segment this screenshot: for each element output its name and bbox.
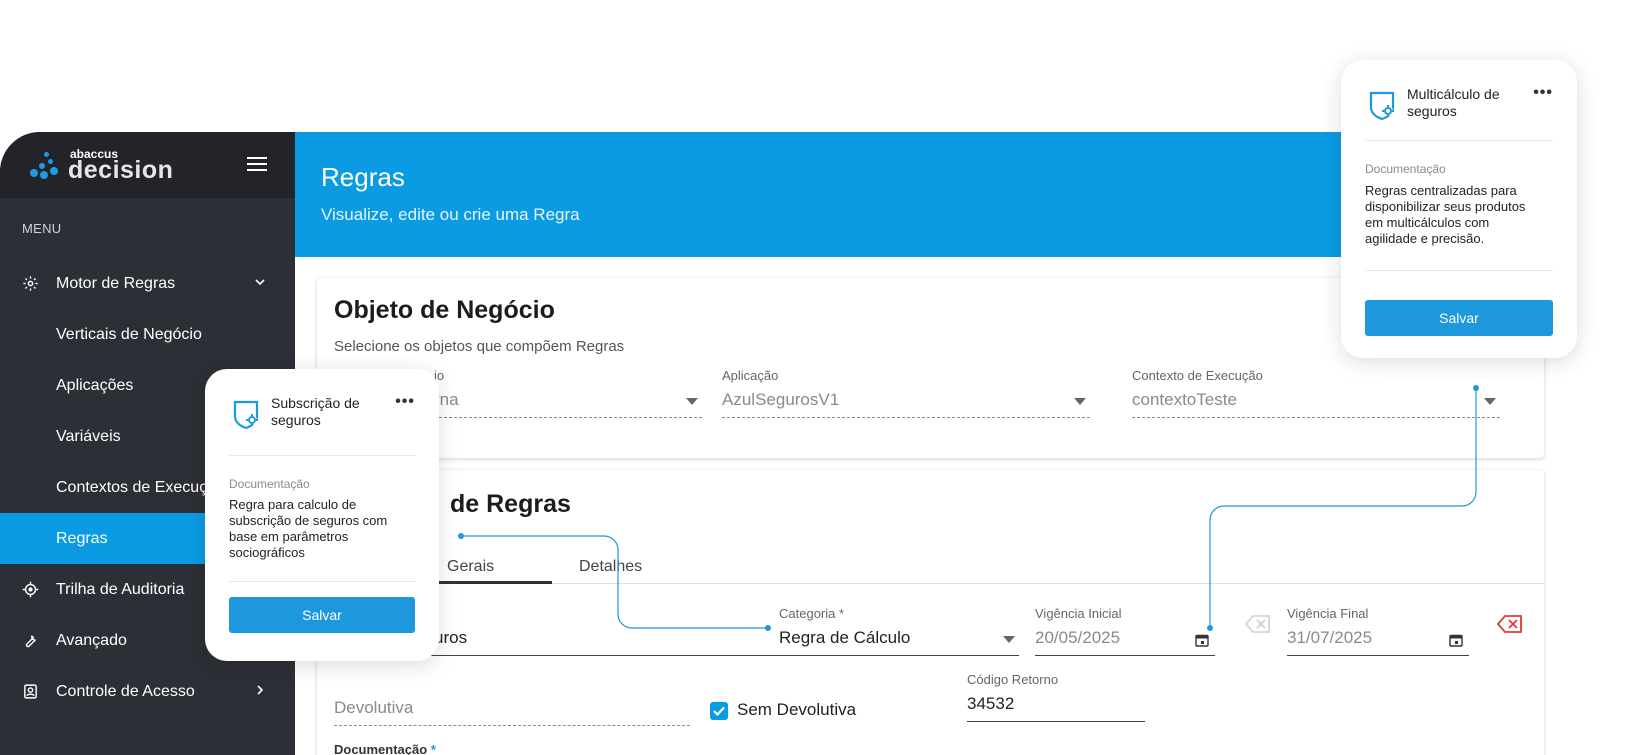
documentation-label: Documentação * <box>334 742 436 755</box>
sidebar-item-label: Regras <box>56 529 108 547</box>
rule-popup-subscricao: Subscrição de seguros ••• Documentação R… <box>205 369 439 661</box>
clear-end-date-icon[interactable] <box>1497 614 1523 634</box>
active-tab-indicator <box>424 581 552 584</box>
dropdown-caret-icon <box>1074 398 1086 405</box>
popup-title: Multicálculo de seguros <box>1407 86 1500 119</box>
field-value: AzulSegurosV1 <box>722 390 840 409</box>
sem-devolutiva-label: Sem Devolutiva <box>737 700 857 719</box>
dropdown-caret-icon <box>1003 636 1015 643</box>
save-button[interactable]: Salvar <box>1365 300 1553 336</box>
business-object-subtitle: Selecione os objetos que compõem Regras <box>334 338 625 355</box>
dropdown-caret-icon <box>686 398 698 405</box>
hamburger-menu-icon[interactable] <box>247 157 267 171</box>
rules-tabs: Gerais Detalhes <box>334 550 1544 584</box>
field-value: 20/05/2025 <box>1035 628 1121 647</box>
menu-label: MENU <box>22 220 62 236</box>
shield-gear-icon <box>1369 91 1395 121</box>
sidebar-item-motor-de-regras[interactable]: Motor de Regras <box>0 258 295 309</box>
category-select[interactable]: Categoria * Regra de Cálculo <box>779 606 1019 656</box>
checkmark-icon <box>713 706 725 717</box>
sidebar-item-label: Contextos de Execução <box>56 478 225 496</box>
sidebar-item-label: Trilha de Auditoria <box>56 580 185 598</box>
popup-title: Subscrição de seguros <box>271 395 360 428</box>
field-placeholder: Devolutiva <box>334 698 414 717</box>
codigo-retorno-input[interactable]: Código Retorno 34532 <box>967 672 1145 722</box>
abaccus-decision-logo[interactable]: abaccus decision <box>30 148 173 183</box>
rules-card: de Regras Gerais Detalhes uros Categoria… <box>317 470 1544 755</box>
rules-card-title: de Regras <box>450 490 571 518</box>
field-label: Código Retorno <box>967 672 1059 687</box>
tab-detalhes[interactable]: Detalhes <box>579 558 642 576</box>
execution-context-select[interactable]: Contexto de Execução contextoTeste <box>1132 368 1500 418</box>
more-options-icon[interactable]: ••• <box>1533 84 1553 102</box>
clear-start-date-icon[interactable] <box>1245 614 1271 634</box>
business-object-title: Objeto de Negócio <box>334 296 555 324</box>
sidebar-item-label: Controle de Acesso <box>56 682 195 700</box>
field-value: 34532 <box>967 694 1015 713</box>
sidebar-item-label: Variáveis <box>56 427 121 445</box>
field-label: Aplicação <box>722 368 779 383</box>
popup-doc-text: Regra para calculo de subscrição de segu… <box>229 497 388 560</box>
field-label: Contexto de Execução <box>1132 368 1263 383</box>
more-options-icon[interactable]: ••• <box>395 393 415 411</box>
chevron-down-icon <box>255 279 265 286</box>
rule-popup-multicalculo: Multicálculo de seguros ••• Documentação… <box>1341 60 1577 358</box>
field-value: 31/07/2025 <box>1287 628 1373 647</box>
field-value: Regra de Cálculo <box>779 628 911 647</box>
save-button[interactable]: Salvar <box>229 597 415 633</box>
page-subtitle: Visualize, edite ou crie uma Regra <box>321 205 580 224</box>
shield-gear-icon <box>233 400 259 430</box>
sidebar-item-label: Verticais de Negócio <box>56 325 202 343</box>
start-date-input[interactable]: Vigência Inicial 20/05/2025 <box>1035 606 1215 656</box>
tab-gerais[interactable]: Gerais <box>447 558 494 576</box>
sidebar-item-label: Aplicações <box>56 376 134 394</box>
page-title: Regras <box>321 162 405 192</box>
application-select[interactable]: Aplicação AzulSegurosV1 <box>722 368 1090 418</box>
sem-devolutiva-checkbox[interactable] <box>710 702 728 720</box>
devolutiva-input[interactable]: Devolutiva <box>334 676 690 726</box>
wrench-icon <box>25 635 36 648</box>
popup-doc-label: Documentação <box>229 477 310 491</box>
badge-icon <box>24 684 37 699</box>
field-value: contextoTeste <box>1132 390 1237 409</box>
calendar-icon[interactable] <box>1449 633 1463 647</box>
sidebar-header: abaccus decision <box>0 132 295 198</box>
sidebar-item-label: Motor de Regras <box>56 274 176 292</box>
field-label: Vigência Final <box>1287 606 1369 621</box>
calendar-icon[interactable] <box>1195 633 1209 647</box>
logo-dots-icon <box>30 150 64 180</box>
sidebar-item-verticais[interactable]: Verticais de Negócio <box>0 309 295 360</box>
popup-doc-text: Regras centralizadas para disponibilizar… <box>1365 183 1526 246</box>
logo-name-text: decision <box>68 155 174 184</box>
gear-icon <box>23 276 38 291</box>
dropdown-caret-icon <box>1484 398 1496 405</box>
end-date-input[interactable]: Vigência Final 31/07/2025 <box>1287 606 1469 656</box>
sidebar-item-controle-acesso[interactable]: Controle de Acesso <box>0 666 295 717</box>
sidebar-item-label: Avançado <box>56 631 127 649</box>
target-icon <box>22 581 39 598</box>
field-label: Categoria * <box>779 606 845 621</box>
popup-doc-label: Documentação <box>1365 162 1446 176</box>
field-label: Vigência Inicial <box>1035 606 1122 621</box>
chevron-right-icon <box>257 685 264 695</box>
